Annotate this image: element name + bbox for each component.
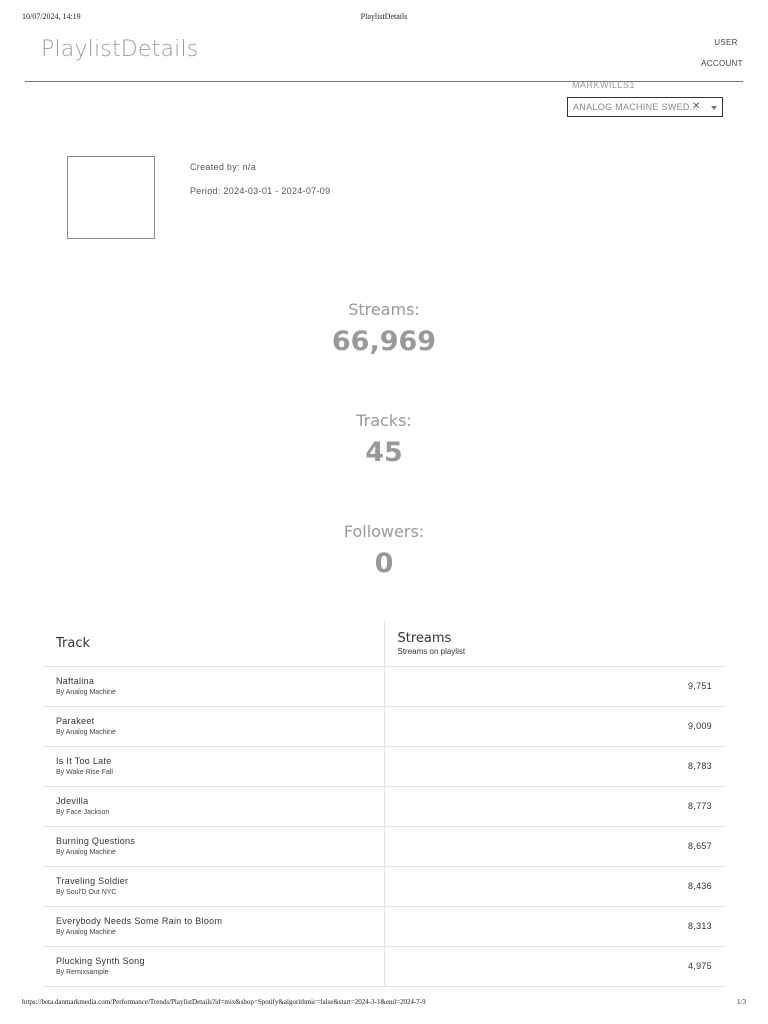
- table-row: Traveling Soldier By Soul'D Out NYC 8,43…: [43, 866, 726, 907]
- track-artist: By Analog Machine: [56, 689, 116, 696]
- track-column-header[interactable]: Track: [43, 621, 385, 667]
- streams-stat-label: Streams:: [348, 300, 420, 319]
- track-name: Is It Too Late: [56, 756, 112, 766]
- track-column-label: Track: [56, 636, 91, 652]
- table-row: Jdevilla By Face Jackson 8,773: [43, 786, 726, 827]
- table-row: Naftalina By Analog Machine 9,751: [43, 666, 726, 707]
- table-row: Plucking Synth Song By Remixsample 4,975: [43, 946, 726, 987]
- artist-selector[interactable]: ANALOG MACHINE SWED... ✕: [567, 97, 723, 117]
- print-page-title: PlaylistDetails: [360, 12, 408, 21]
- track-name: Naftalina: [56, 676, 95, 686]
- tracks-stat-value: 45: [365, 437, 403, 468]
- track-cell: Everybody Needs Some Rain to Bloom By An…: [43, 906, 385, 947]
- streams-column-sublabel: Streams on playlist: [397, 646, 466, 656]
- followers-stat-label: Followers:: [343, 522, 425, 541]
- streams-cell: 4,975: [384, 946, 726, 987]
- track-name: Burning Questions: [56, 836, 136, 846]
- table-header-row: Track Streams Streams on playlist: [43, 621, 726, 667]
- track-artist: By Analog Machine: [56, 729, 116, 736]
- streams-cell: 9,751: [384, 666, 726, 707]
- streams-cell: 8,773: [384, 786, 726, 827]
- nav-account-link[interactable]: ACCOUNT: [690, 59, 754, 68]
- print-footer: https://beta.danmarkmedia.com/Performanc…: [22, 998, 746, 1010]
- track-streams: 8,313: [687, 921, 712, 931]
- playlist-created-by: Created by: n/a: [190, 162, 257, 172]
- streams-cell: 8,313: [384, 906, 726, 947]
- track-cell: Naftalina By Analog Machine: [43, 666, 385, 707]
- track-streams: 8,657: [687, 841, 712, 851]
- chevron-down-icon[interactable]: [711, 106, 717, 110]
- track-artist: By Face Jackson: [56, 809, 110, 816]
- nav-user-link[interactable]: USER: [690, 38, 762, 47]
- track-name: Everybody Needs Some Rain to Bloom: [56, 916, 223, 926]
- track-streams: 9,009: [687, 721, 712, 731]
- table-row: Burning Questions By Analog Machine 8,65…: [43, 826, 726, 867]
- track-artist: By Remixsample: [56, 969, 109, 976]
- header-divider: [25, 81, 743, 82]
- followers-stat-value: 0: [374, 548, 394, 579]
- streams-cell: 9,009: [384, 706, 726, 747]
- artist-selector-value: ANALOG MACHINE SWED...: [573, 102, 699, 112]
- track-streams: 4,975: [687, 961, 712, 971]
- table-row: Parakeet By Analog Machine 9,009: [43, 706, 726, 747]
- streams-column-label: Streams: [397, 630, 452, 646]
- username-label: MARKWILLS1: [572, 80, 636, 90]
- print-header: 10/07/2024, 14:19 PlaylistDetails: [22, 12, 746, 24]
- playlist-period: Period: 2024-03-01 - 2024-07-09: [190, 186, 331, 196]
- streams-cell: 8,783: [384, 746, 726, 787]
- track-cell: Jdevilla By Face Jackson: [43, 786, 385, 827]
- track-artist: By Wake Rise Fall: [56, 769, 113, 776]
- track-artist: By Analog Machine: [56, 929, 116, 936]
- tracks-table: Track Streams Streams on playlist Naftal…: [43, 621, 726, 987]
- streams-cell: 8,657: [384, 826, 726, 867]
- tracks-stat-label: Tracks:: [356, 411, 412, 430]
- print-url: https://beta.danmarkmedia.com/Performanc…: [22, 998, 426, 1006]
- track-artist: By Analog Machine: [56, 849, 116, 856]
- track-cell: Parakeet By Analog Machine: [43, 706, 385, 747]
- track-streams: 8,436: [687, 881, 712, 891]
- streams-column-header[interactable]: Streams Streams on playlist: [384, 621, 726, 667]
- page-title: PlaylistDetails: [41, 37, 199, 62]
- track-streams: 8,783: [687, 761, 712, 771]
- streams-stat-value: 66,969: [331, 326, 437, 357]
- track-name: Traveling Soldier: [56, 876, 129, 886]
- close-icon[interactable]: ✕: [692, 101, 701, 112]
- track-streams: 9,751: [687, 681, 712, 691]
- playlist-cover-image: [67, 156, 155, 239]
- track-cell: Is It Too Late By Wake Rise Fall: [43, 746, 385, 787]
- track-streams: 8,773: [687, 801, 712, 811]
- streams-cell: 8,436: [384, 866, 726, 907]
- track-name: Jdevilla: [56, 796, 89, 806]
- track-artist: By Soul'D Out NYC: [56, 889, 117, 896]
- table-row: Is It Too Late By Wake Rise Fall 8,783: [43, 746, 726, 787]
- track-name: Plucking Synth Song: [56, 956, 145, 966]
- track-cell: Traveling Soldier By Soul'D Out NYC: [43, 866, 385, 907]
- print-page-number: 1/3: [737, 998, 746, 1006]
- table-row: Everybody Needs Some Rain to Bloom By An…: [43, 906, 726, 947]
- track-name: Parakeet: [56, 716, 95, 726]
- track-cell: Burning Questions By Analog Machine: [43, 826, 385, 867]
- track-cell: Plucking Synth Song By Remixsample: [43, 946, 385, 987]
